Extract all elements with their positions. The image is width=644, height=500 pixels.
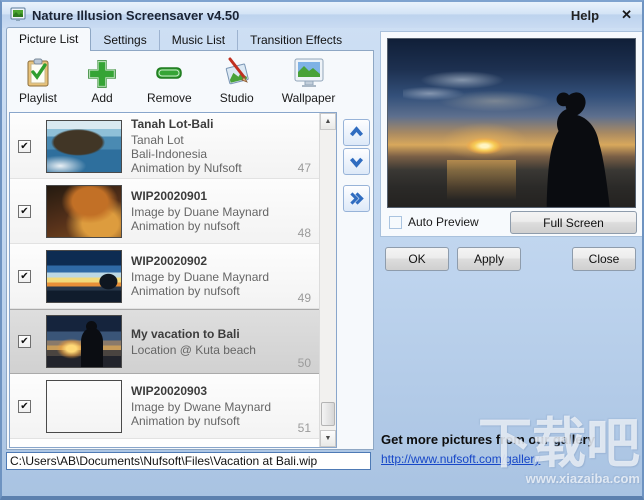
- item-detail-line: Image by Duane Maynard: [131, 205, 269, 219]
- app-icon: [10, 7, 26, 23]
- item-number: 47: [298, 161, 311, 175]
- item-detail-line: Image by Duane Maynard: [131, 270, 269, 284]
- studio-button[interactable]: Studio: [216, 55, 258, 107]
- item-title: Tanah Lot-Bali: [131, 117, 242, 131]
- item-title: My vacation to Bali: [131, 327, 256, 341]
- item-checkbox[interactable]: ✔: [18, 270, 31, 283]
- item-thumbnail-sea-rock-tanah-lot: [46, 120, 122, 173]
- item-thumbnail-silhouette-sunset-beach: [46, 315, 122, 368]
- watermark-url: www.xiazaiba.com: [478, 472, 640, 486]
- item-thumbnail-green-waterfall: [46, 380, 122, 433]
- picture-list: ✔Tanah Lot-BaliTanah LotBali-IndonesiaAn…: [9, 112, 337, 448]
- tab-picture-list[interactable]: Picture List: [6, 27, 91, 51]
- playlist-button[interactable]: Playlist: [15, 55, 61, 107]
- item-meta: WIP20020902 Image by Duane MaynardAnimati…: [131, 254, 269, 298]
- item-detail-line: Tanah Lot: [131, 133, 242, 147]
- remove-icon: [152, 57, 186, 89]
- auto-preview-label: Auto Preview: [408, 215, 479, 229]
- playlist-path-input[interactable]: [6, 452, 371, 470]
- item-title: WIP20020903: [131, 384, 271, 398]
- list-item[interactable]: ✔ My vacation to Bali Location @ Kuta beac…: [10, 309, 319, 374]
- scroll-up-icon[interactable]: ▲: [320, 113, 336, 130]
- move-to-end-button[interactable]: [343, 185, 370, 212]
- item-thumbnail-autumn-rocks: [46, 185, 122, 238]
- list-item[interactable]: ✔ Tanah Lot-Bali Tanah LotBali-IndonesiaAn…: [10, 114, 319, 179]
- close-icon[interactable]: ✕: [621, 7, 632, 23]
- window-title: Nature Illusion Screensaver v4.50: [32, 8, 239, 23]
- title-bar: Nature Illusion Screensaver v4.50 Help ✕: [2, 2, 642, 28]
- item-detail-line: Image by Dwane Maynard: [131, 400, 271, 414]
- playlist-label: Playlist: [19, 91, 57, 105]
- full-screen-button[interactable]: Full Screen: [510, 211, 637, 234]
- list-item[interactable]: ✔ WIP20020903 Image by Dwane MaynardAnimat…: [10, 374, 319, 439]
- wallpaper-button[interactable]: Wallpaper: [278, 55, 340, 107]
- auto-preview-checkbox[interactable]: [389, 216, 402, 229]
- item-number: 50: [298, 356, 311, 370]
- app-window: Nature Illusion Screensaver v4.50 Help ✕…: [0, 0, 644, 500]
- tab-transition-effects[interactable]: Transition Effects: [238, 30, 354, 51]
- item-checkbox[interactable]: ✔: [18, 335, 31, 348]
- item-meta: WIP20020901 Image by Duane MaynardAnimati…: [131, 189, 269, 233]
- remove-button[interactable]: Remove: [143, 55, 196, 107]
- chevron-up-icon: [348, 124, 365, 141]
- scroll-down-icon[interactable]: ▼: [320, 430, 336, 447]
- wallpaper-label: Wallpaper: [282, 91, 336, 105]
- picture-list-rows: ✔Tanah Lot-BaliTanah LotBali-IndonesiaAn…: [10, 114, 319, 447]
- move-up-button[interactable]: [343, 119, 370, 146]
- scrollbar-thumb[interactable]: [321, 402, 335, 426]
- add-label: Add: [91, 91, 112, 105]
- item-checkbox[interactable]: ✔: [18, 140, 31, 153]
- playlist-icon: [21, 57, 55, 89]
- preview-image: [387, 38, 636, 208]
- picture-list-page: Playlist Add Remove: [6, 50, 374, 450]
- toolbar: Playlist Add Remove: [11, 55, 339, 107]
- item-meta: WIP20020903 Image by Dwane MaynardAnimati…: [131, 384, 271, 428]
- studio-icon: [220, 57, 254, 89]
- close-button[interactable]: Close: [572, 247, 636, 271]
- item-detail-line: Animation by nufsoft: [131, 414, 271, 428]
- item-detail-line: Animation by Nufsoft: [131, 161, 242, 175]
- gallery-caption: Get more pictures from our gallery: [381, 432, 595, 447]
- item-detail-line: Bali-Indonesia: [131, 147, 242, 161]
- item-number: 48: [298, 226, 311, 240]
- move-down-button[interactable]: [343, 148, 370, 175]
- list-scrollbar[interactable]: ▲ ▼: [319, 113, 336, 447]
- ok-button[interactable]: OK: [385, 247, 449, 271]
- add-icon: [85, 57, 119, 89]
- remove-label: Remove: [147, 91, 192, 105]
- tab-strip: Picture List Settings Music List Transit…: [6, 29, 354, 51]
- gallery-promo: Get more pictures from our gallery http:…: [381, 432, 595, 468]
- gallery-link[interactable]: http://www.nufsoft.com/gallery: [381, 452, 540, 466]
- double-chevron-right-icon: [348, 190, 365, 207]
- item-checkbox[interactable]: ✔: [18, 400, 31, 413]
- item-title: WIP20020902: [131, 254, 269, 268]
- chevron-down-icon: [348, 153, 365, 170]
- list-item[interactable]: ✔ WIP20020902 Image by Duane MaynardAnimat…: [10, 244, 319, 309]
- item-number: 49: [298, 291, 311, 305]
- item-thumbnail-sunset-lake-reflection: [46, 250, 122, 303]
- apply-button[interactable]: Apply: [457, 247, 521, 271]
- silhouette-figure: [519, 59, 618, 207]
- add-button[interactable]: Add: [81, 55, 123, 107]
- tab-music-list[interactable]: Music List: [160, 30, 238, 51]
- item-checkbox[interactable]: ✔: [18, 205, 31, 218]
- preview-panel: Auto Preview Full Screen: [380, 31, 643, 237]
- sun-reflection: [447, 160, 516, 200]
- list-item[interactable]: ✔ WIP20020901 Image by Duane MaynardAnimat…: [10, 179, 319, 244]
- sun: [460, 135, 509, 157]
- item-number: 51: [298, 421, 311, 435]
- item-detail-line: Animation by nufsoft: [131, 219, 269, 233]
- item-title: WIP20020901: [131, 189, 269, 203]
- tab-settings[interactable]: Settings: [91, 30, 159, 51]
- wallpaper-icon: [292, 57, 326, 89]
- help-menu[interactable]: Help: [571, 8, 599, 23]
- item-meta: My vacation to Bali Location @ Kuta beach: [131, 327, 256, 357]
- item-meta: Tanah Lot-Bali Tanah LotBali-IndonesiaAni…: [131, 117, 242, 175]
- item-detail-line: Animation by nufsoft: [131, 284, 269, 298]
- studio-label: Studio: [220, 91, 254, 105]
- item-detail-line: Location @ Kuta beach: [131, 343, 256, 357]
